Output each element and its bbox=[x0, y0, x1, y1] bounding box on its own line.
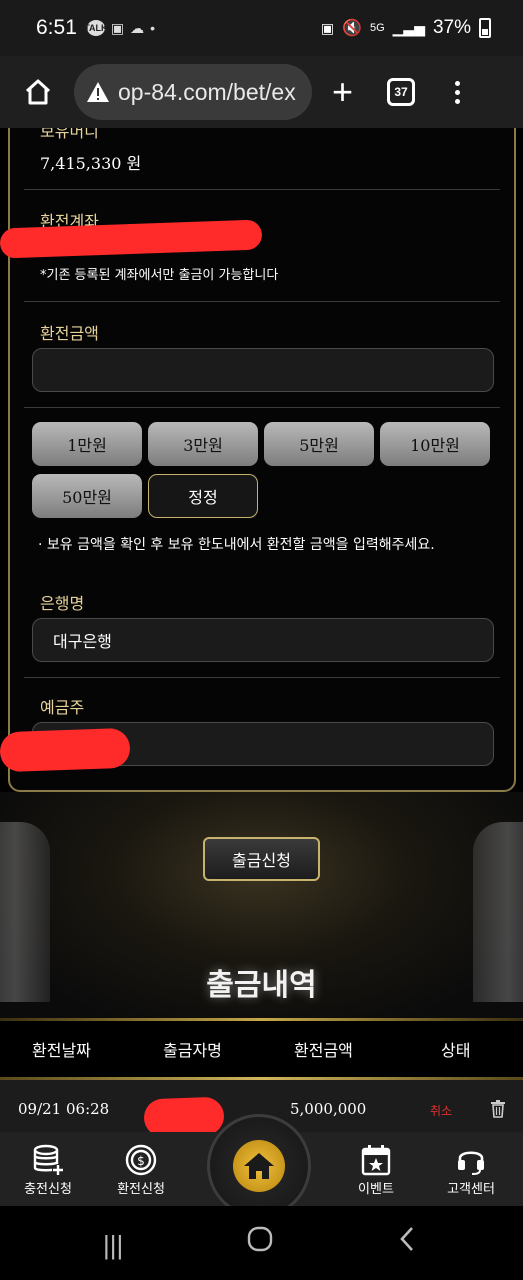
bank-row: 은행명 대구은행 bbox=[24, 580, 500, 678]
notification-icons: TALK ▣ ☁ • bbox=[84, 19, 156, 37]
cell-amount: 5,000,000 bbox=[290, 1100, 367, 1118]
headset-icon bbox=[458, 1151, 484, 1175]
history-table-header: 환전날짜 출금자명 환전금액 상태 bbox=[0, 1021, 523, 1077]
column-header-date: 환전날짜 bbox=[32, 1041, 91, 1060]
nav-event-label: 이벤트 bbox=[358, 1182, 394, 1197]
redaction-mark bbox=[0, 727, 131, 773]
image-icon: ▣ bbox=[110, 19, 125, 36]
amount-30k-button[interactable]: 3만원 bbox=[148, 422, 258, 466]
nav-deposit[interactable]: 충전신청 bbox=[3, 1142, 93, 1197]
dot-icon: • bbox=[150, 20, 156, 36]
tab-switcher-button[interactable]: 37 bbox=[387, 78, 416, 106]
mute-icon: 🔇 bbox=[342, 20, 362, 37]
bottom-navigation: 충전신청 $ 환전신청 이벤트 고객센터 bbox=[0, 1114, 523, 1218]
nfc-icon: ▣ bbox=[320, 19, 335, 36]
chevron-left-icon bbox=[400, 1227, 413, 1251]
background-area: 출금신청 출금내역 bbox=[0, 792, 523, 1020]
bank-input[interactable]: 대구은행 bbox=[32, 618, 494, 662]
new-tab-button[interactable]: + bbox=[332, 71, 353, 113]
balance-value: 7,415,330 원 bbox=[40, 154, 142, 173]
cell-status: 취소 bbox=[430, 1104, 453, 1118]
cell-date: 09/21 06:28 bbox=[18, 1100, 110, 1118]
nav-withdraw[interactable]: $ 환전신청 bbox=[96, 1142, 186, 1197]
amount-100k-button[interactable]: 10만원 bbox=[380, 422, 490, 466]
warning-icon bbox=[87, 82, 109, 102]
nav-withdraw-label: 환전신청 bbox=[117, 1182, 165, 1197]
browser-home-button[interactable] bbox=[16, 70, 60, 114]
cloud-icon: ☁ bbox=[130, 19, 145, 36]
home-system-button[interactable] bbox=[247, 1226, 273, 1259]
battery-icon bbox=[479, 18, 491, 38]
back-button[interactable] bbox=[398, 1226, 416, 1259]
nav-support-label: 고객센터 bbox=[447, 1182, 495, 1197]
circle-icon bbox=[247, 1226, 273, 1252]
calendar-star-icon bbox=[361, 1145, 391, 1176]
browser-toolbar: op-84.com/bet/ex + 37 bbox=[0, 56, 523, 128]
amount-input[interactable] bbox=[32, 348, 494, 392]
nav-support[interactable]: 고객센터 bbox=[426, 1142, 516, 1197]
home-icon bbox=[244, 1153, 274, 1179]
signal-icon: ▁▃▅ bbox=[392, 19, 425, 36]
account-note: *기존 등록된 계좌에서만 출금이 가능합니다 bbox=[40, 268, 279, 283]
battery-percent: 37% bbox=[432, 17, 471, 38]
nav-home-button[interactable] bbox=[207, 1114, 311, 1218]
column-header-status: 상태 bbox=[441, 1041, 471, 1060]
browser-menu-button[interactable] bbox=[455, 80, 461, 104]
holder-label: 예금주 bbox=[40, 698, 85, 717]
coin-exchange-icon: $ bbox=[125, 1144, 157, 1176]
address-bar[interactable]: op-84.com/bet/ex bbox=[74, 64, 312, 120]
status-time: 6:51 bbox=[36, 16, 77, 39]
amount-label: 환전금액 bbox=[40, 324, 99, 343]
recent-apps-button[interactable]: ||| bbox=[103, 1230, 123, 1261]
url-text: op-84.com/bet/ex bbox=[118, 78, 296, 105]
amount-reset-button[interactable]: 정정 bbox=[148, 474, 258, 518]
status-bar: 6:51 TALK ▣ ☁ • ▣ 🔇 5G ▁▃▅ 37% bbox=[0, 0, 523, 56]
column-header-amount: 환전금액 bbox=[294, 1041, 353, 1060]
svg-text:$: $ bbox=[137, 1154, 145, 1168]
withdraw-apply-button[interactable]: 출금신청 bbox=[203, 837, 320, 881]
nav-deposit-label: 충전신청 bbox=[24, 1182, 72, 1197]
delete-button[interactable] bbox=[490, 1100, 506, 1122]
bank-label: 은행명 bbox=[40, 594, 85, 613]
amount-500k-button[interactable]: 50만원 bbox=[32, 474, 142, 518]
balance-label: 보유머니 bbox=[40, 128, 99, 141]
network-label: 5G bbox=[369, 22, 385, 34]
system-navigation: ||| bbox=[0, 1206, 523, 1280]
talk-icon: TALK bbox=[84, 20, 108, 36]
trash-icon bbox=[491, 1100, 505, 1118]
amount-note: · 보유 금액을 확인 후 보유 한도내에서 환전할 금액을 입력해주세요. bbox=[38, 537, 435, 553]
nav-event[interactable]: 이벤트 bbox=[331, 1142, 421, 1197]
amount-10k-button[interactable]: 1만원 bbox=[32, 422, 142, 466]
database-plus-icon bbox=[33, 1144, 64, 1176]
amount-50k-button[interactable]: 5만원 bbox=[264, 422, 374, 466]
column-header-name: 출금자명 bbox=[163, 1041, 222, 1060]
history-title: 출금내역 bbox=[206, 968, 317, 1003]
home-icon bbox=[25, 79, 51, 105]
amount-row: 환전금액 bbox=[24, 302, 500, 408]
balance-row: 보유머니 7,415,330 원 bbox=[24, 128, 500, 190]
